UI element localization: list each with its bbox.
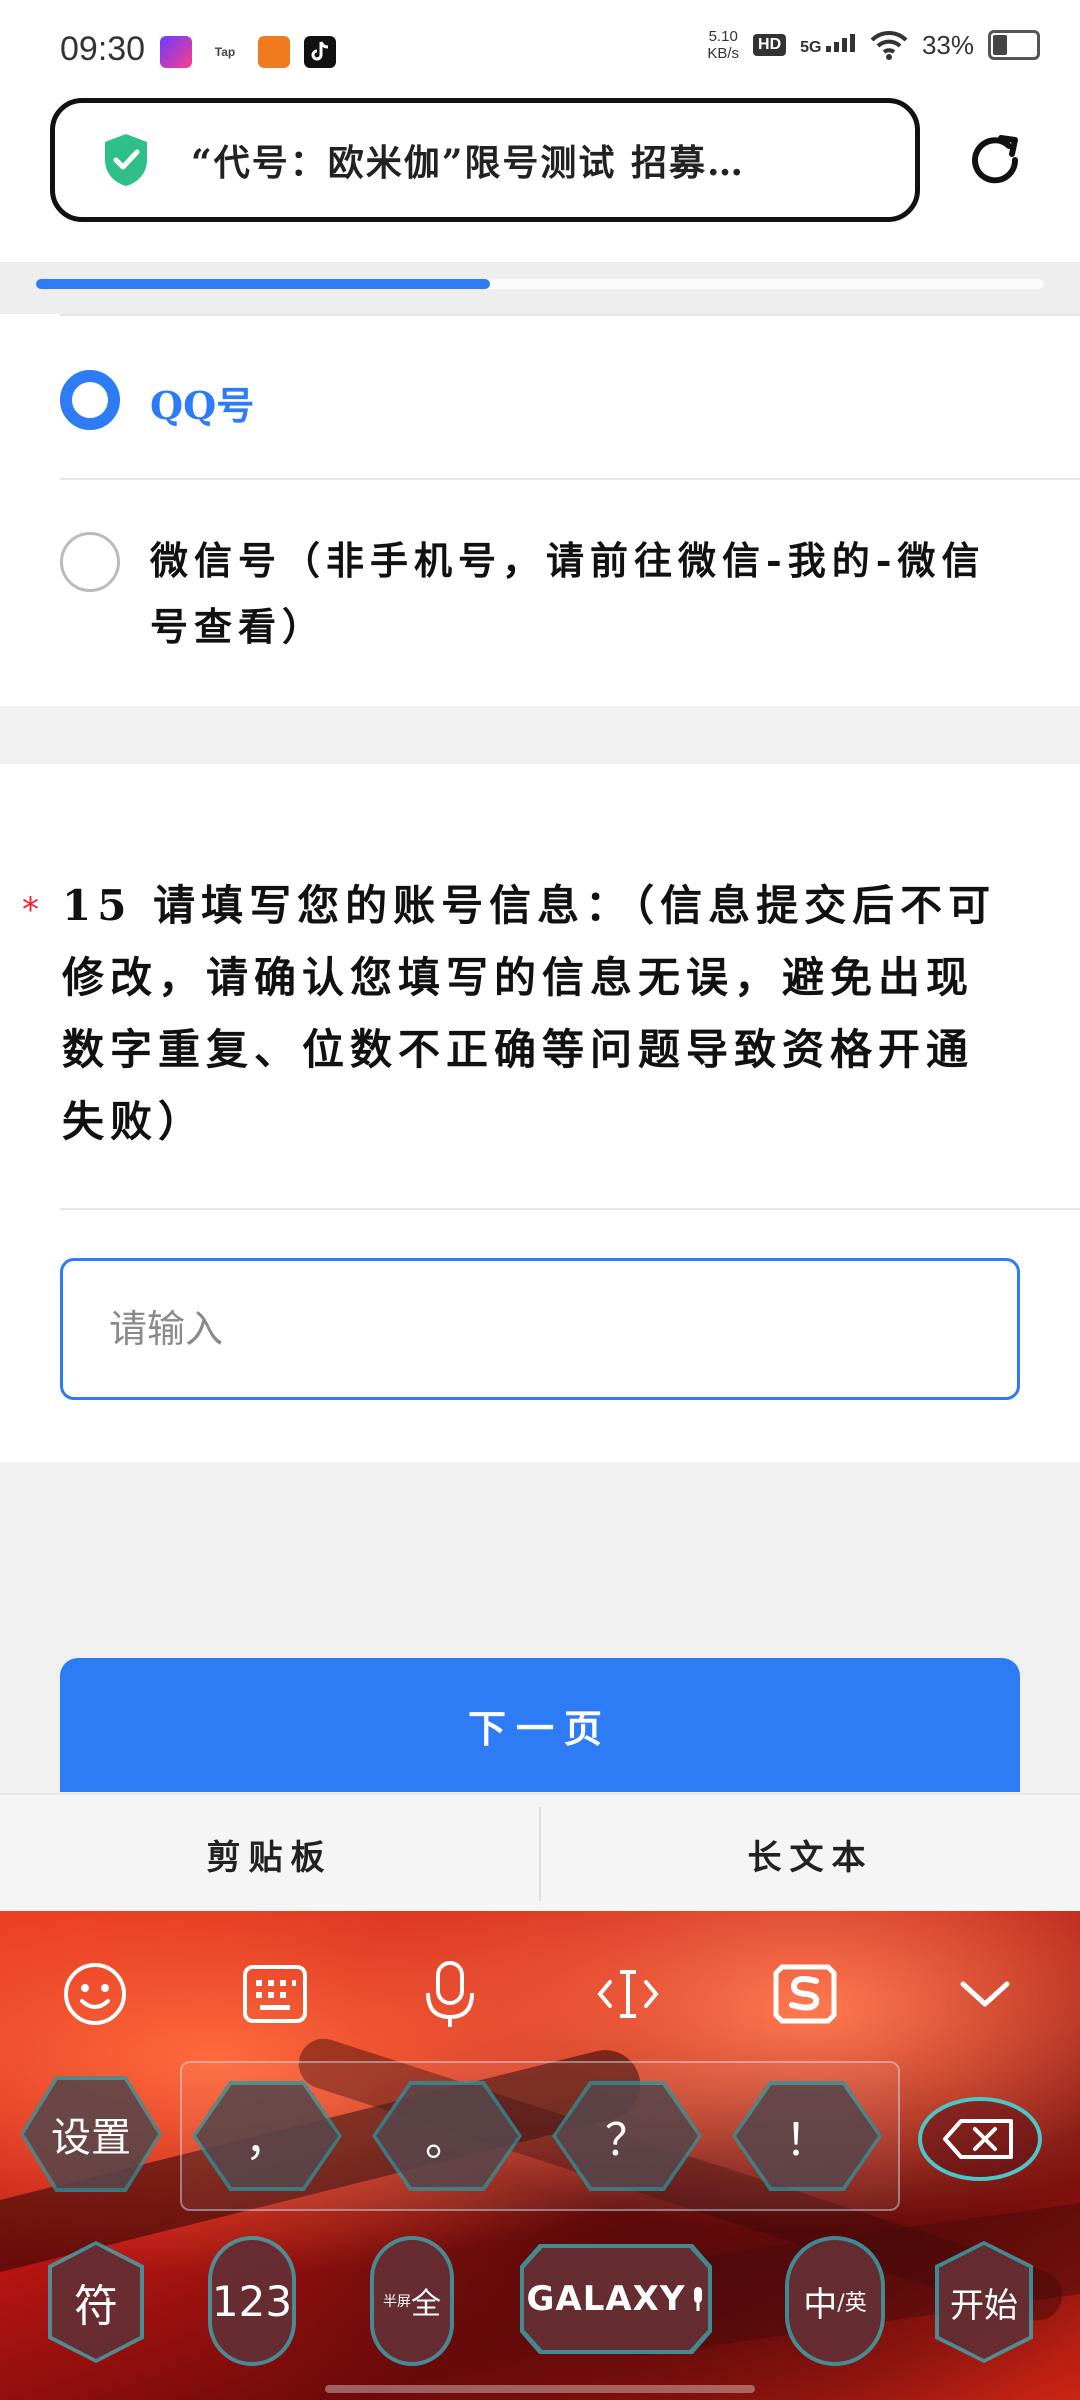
reload-icon[interactable]: [965, 130, 1025, 190]
start-key[interactable]: 开始: [935, 2241, 1033, 2363]
divider: [60, 1208, 1080, 1210]
hd-badge: HD: [753, 34, 787, 56]
network-type: 5G: [800, 38, 822, 56]
period-key-label: 。: [425, 2116, 469, 2165]
half-full-width-key[interactable]: 半屏全: [370, 2236, 454, 2366]
symbols-key-label: 符: [74, 2281, 118, 2332]
backspace-icon: [918, 2097, 1042, 2181]
lang-en-label: /英: [837, 2291, 867, 2316]
battery-percent: 33%: [921, 29, 974, 60]
numbers-key-label: 123: [211, 2276, 293, 2326]
option-label-wechat[interactable]: 微信号（非手机号，请前往微信-我的-微信号查看）: [150, 528, 1010, 660]
language-switch-key[interactable]: 中/英: [785, 2236, 885, 2366]
status-app-icons: Tap: [160, 36, 336, 68]
status-right: 5.10 KB/s HD 5G 33%: [707, 28, 1040, 62]
question-key-label: ？: [605, 2116, 649, 2165]
collapse-keyboard-icon[interactable]: [950, 1959, 1020, 2029]
security-shield-icon: [105, 134, 147, 186]
clipboard-button[interactable]: 剪贴板: [0, 1795, 539, 1913]
microphone-icon[interactable]: [415, 1959, 485, 2029]
space-key-label: GALAXY: [526, 2279, 686, 2319]
progress-fill: [36, 279, 490, 289]
taobao-icon: [258, 36, 290, 68]
cursor-edit-icon[interactable]: [593, 1959, 663, 2029]
keyboard-layout-icon[interactable]: [240, 1959, 310, 2029]
section-gap: [0, 706, 1080, 764]
tiktok-icon: [304, 36, 336, 68]
long-text-button[interactable]: 长文本: [541, 1795, 1080, 1913]
required-mark: *: [22, 890, 39, 930]
status-time: 09:30: [60, 30, 146, 68]
page-title: “代号：欧米伽”限号测试 招募…: [191, 142, 745, 184]
half-screen-label: 半屏: [383, 2294, 411, 2310]
exclamation-key-label: ！: [785, 2116, 829, 2165]
divider: [60, 314, 1080, 316]
exclamation-key[interactable]: ！: [732, 2081, 882, 2191]
question-key[interactable]: ？: [552, 2081, 702, 2191]
punctuation-row: ， 。 ？ ！: [180, 2061, 900, 2211]
divider: [60, 478, 1080, 480]
address-bar[interactable]: “代号：欧米伽”限号测试 招募…: [50, 98, 920, 222]
lang-zh-label: 中: [803, 2284, 838, 2325]
net-speed: 5.10 KB/s: [707, 28, 739, 62]
status-bar: 09:30 Tap 5.10 KB/s HD 5G 33%: [0, 0, 1080, 95]
page-load-progress: [0, 262, 1080, 314]
space-key[interactable]: GALAXY: [520, 2244, 712, 2354]
option-label-qq[interactable]: QQ号: [150, 375, 254, 430]
settings-key-label: 设置: [51, 2116, 131, 2160]
voice-mic-icon: [693, 2287, 702, 2311]
next-page-button[interactable]: 下一页: [60, 1658, 1020, 1792]
app-notification-icon: [160, 36, 192, 68]
sogou-logo-icon[interactable]: [770, 1959, 840, 2029]
battery-icon: [988, 30, 1040, 60]
net-speed-unit: KB/s: [707, 45, 740, 62]
comma-key[interactable]: ，: [192, 2081, 342, 2191]
comma-key-label: ，: [245, 2116, 289, 2165]
signal-5g-icon: 5G: [800, 33, 856, 57]
progress-track: [36, 279, 1044, 289]
wifi-icon: [870, 30, 908, 60]
radio-wechat[interactable]: [60, 532, 120, 592]
question-text: 15 请填写您的账号信息：（信息提交后不可修改，请确认您填写的信息无误，避免出现…: [62, 881, 997, 1146]
radio-qq[interactable]: [60, 370, 120, 430]
tap-app-icon: Tap: [214, 45, 236, 59]
emoji-icon[interactable]: [60, 1959, 130, 2029]
backspace-key[interactable]: [915, 2091, 1045, 2187]
start-key-label: 开始: [950, 2285, 1018, 2326]
gesture-nav-bar[interactable]: [325, 2385, 755, 2393]
period-key[interactable]: 。: [372, 2081, 522, 2191]
numbers-key[interactable]: 123: [208, 2236, 296, 2366]
keyboard-suggestion-bar: 剪贴板 长文本: [0, 1793, 1080, 1913]
symbols-key[interactable]: 符: [48, 2241, 144, 2363]
net-speed-value: 5.10: [708, 28, 738, 45]
full-width-label: 全: [411, 2287, 441, 2322]
keyboard: 设置 ， 。 ？ ！ 符 123 半屏全 GALAXY 中/英 开始: [0, 1911, 1080, 2400]
account-input[interactable]: [60, 1258, 1020, 1400]
